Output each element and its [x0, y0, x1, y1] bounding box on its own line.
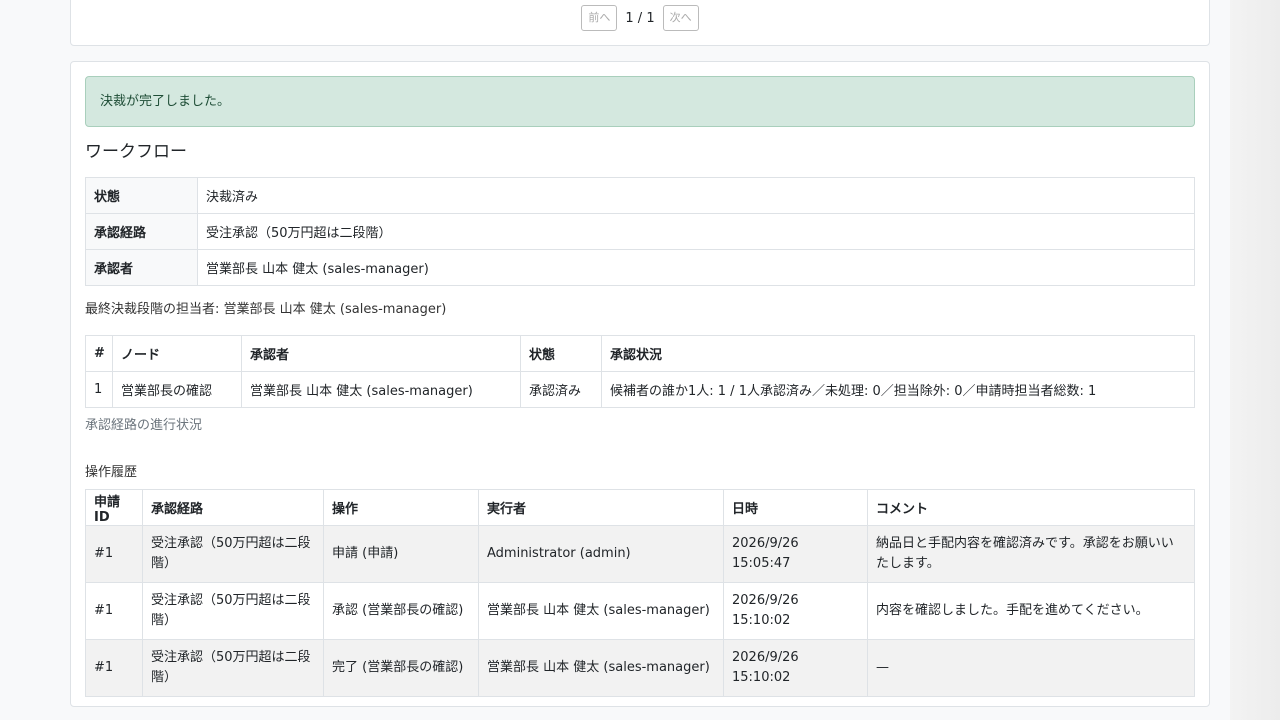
- history-action: 完了 (営業部長の確認): [323, 639, 479, 697]
- node-table-header: # ノード 承認者 状態 承認状況: [85, 335, 1195, 372]
- request-id: #1: [85, 582, 143, 640]
- history-route: 受注承認（50万円超は二段階）: [142, 525, 324, 583]
- final-assignee-text: 最終決裁段階の担当者: 営業部長 山本 健太 (sales-manager): [85, 302, 447, 317]
- node-name: 営業部長の確認: [112, 371, 242, 408]
- table-row: #1 受注承認（50万円超は二段階） 承認 (営業部長の確認) 営業部長 山本 …: [85, 582, 1195, 640]
- column-header: 操作: [323, 489, 479, 526]
- workflow-approver-row: 承認者 営業部長 山本 健太 (sales-manager): [85, 249, 1195, 286]
- row-label: 承認経路: [85, 213, 198, 250]
- column-header: 日時: [723, 489, 868, 526]
- history-datetime: 2026/9/26 15:05:47: [723, 525, 868, 583]
- history-table: 申請ID 承認経路 操作 実行者 日時 コメント #1 受注承認（50万円超は二…: [85, 489, 1195, 697]
- workflow-card: 決裁が完了しました。 ワークフロー 状態 決裁済み 承認経路 受注承認（50万円…: [70, 61, 1210, 707]
- workflow-summary-table: 状態 決裁済み 承認経路 受注承認（50万円超は二段階） 承認者 営業部長 山本…: [85, 177, 1195, 286]
- column-header: 実行者: [478, 489, 724, 526]
- next-page-button[interactable]: 次へ: [662, 5, 699, 31]
- table-row: #1 受注承認（50万円超は二段階） 完了 (営業部長の確認) 営業部長 山本 …: [85, 639, 1195, 697]
- table-row: #1 受注承認（50万円超は二段階） 申請 (申請) Administrator…: [85, 525, 1195, 583]
- column-header: コメント: [867, 489, 1195, 526]
- column-header: 状態: [520, 335, 602, 372]
- history-action: 承認 (営業部長の確認): [323, 582, 479, 640]
- node-status: 承認済み: [520, 371, 602, 408]
- column-header: ノード: [112, 335, 242, 372]
- column-header: 承認状況: [601, 335, 1195, 372]
- column-header: 承認者: [241, 335, 521, 372]
- history-datetime: 2026/9/26 15:10:02: [723, 582, 868, 640]
- page-indicator: 1 / 1: [625, 10, 655, 26]
- history-table-header: 申請ID 承認経路 操作 実行者 日時 コメント: [85, 489, 1195, 526]
- success-alert: 決裁が完了しました。: [85, 76, 1195, 127]
- history-comment: 内容を確認しました。手配を進めてください。: [867, 582, 1195, 640]
- page-scroll-shade: [1230, 0, 1280, 720]
- route-progress-label: 承認経路の進行状況: [85, 418, 203, 433]
- node-approval-status: 候補者の誰か1人: 1 / 1人承認済み／未処理: 0／担当除外: 0／申請時担…: [601, 371, 1195, 408]
- workflow-route-value: 受注承認（50万円超は二段階）: [197, 213, 1195, 250]
- workflow-status-value: 決裁済み: [197, 177, 1195, 214]
- history-actor: Administrator (admin): [478, 525, 724, 583]
- node-index: 1: [85, 371, 113, 408]
- pagination-card: 前へ 1 / 1 次へ: [70, 0, 1210, 46]
- history-route: 受注承認（50万円超は二段階）: [142, 582, 324, 640]
- column-header: 承認経路: [142, 489, 324, 526]
- history-route: 受注承認（50万円超は二段階）: [142, 639, 324, 697]
- workflow-title: ワークフロー: [85, 142, 187, 162]
- column-header: #: [85, 335, 113, 372]
- node-approver: 営業部長 山本 健太 (sales-manager): [241, 371, 521, 408]
- workflow-route-row: 承認経路 受注承認（50万円超は二段階）: [85, 213, 1195, 250]
- history-comment: —: [867, 639, 1195, 697]
- workflow-status-row: 状態 決裁済み: [85, 177, 1195, 214]
- prev-page-button[interactable]: 前へ: [581, 5, 618, 31]
- column-header: 申請ID: [85, 489, 143, 526]
- history-action: 申請 (申請): [323, 525, 479, 583]
- history-actor: 営業部長 山本 健太 (sales-manager): [478, 639, 724, 697]
- history-datetime: 2026/9/26 15:10:02: [723, 639, 868, 697]
- table-row: 1 営業部長の確認 営業部長 山本 健太 (sales-manager) 承認済…: [85, 371, 1195, 408]
- request-id: #1: [85, 639, 143, 697]
- history-title: 操作履歴: [85, 465, 138, 480]
- node-table: # ノード 承認者 状態 承認状況 1 営業部長の確認 営業部長 山本 健太 (…: [85, 335, 1195, 408]
- row-label: 状態: [85, 177, 198, 214]
- pagination: 前へ 1 / 1 次へ: [71, 5, 1209, 31]
- row-label: 承認者: [85, 249, 198, 286]
- workflow-approver-value: 営業部長 山本 健太 (sales-manager): [197, 249, 1195, 286]
- history-comment: 納品日と手配内容を確認済みです。承認をお願いいたします。: [867, 525, 1195, 583]
- history-actor: 営業部長 山本 健太 (sales-manager): [478, 582, 724, 640]
- request-id: #1: [85, 525, 143, 583]
